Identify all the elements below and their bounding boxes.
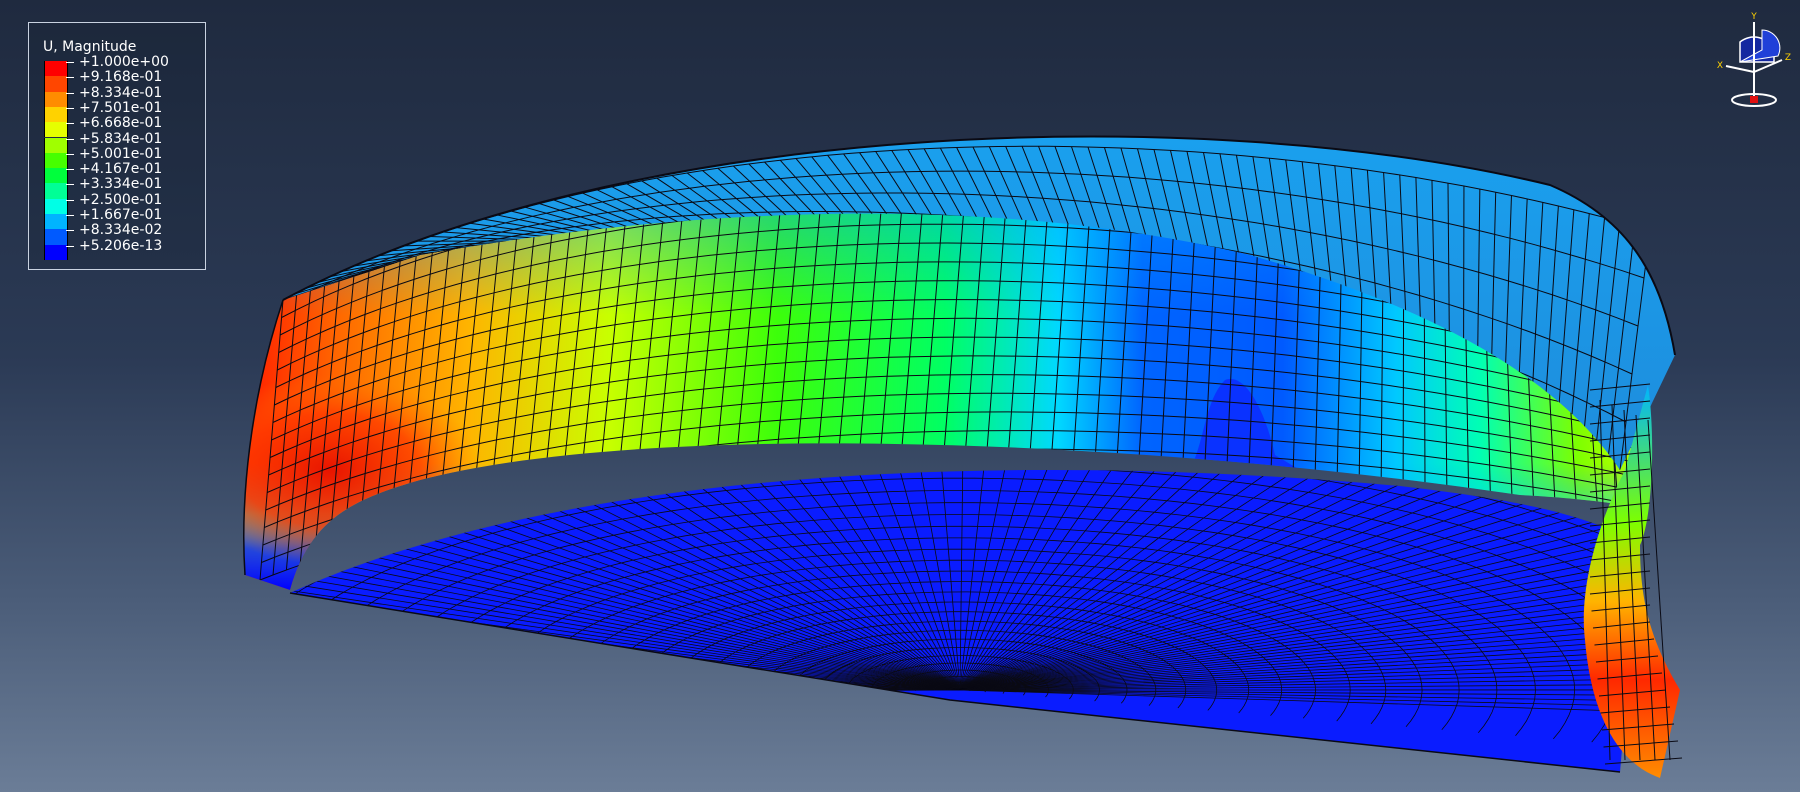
legend-swatch bbox=[44, 214, 68, 230]
legend-value-label: +5.834e-01 bbox=[79, 130, 163, 147]
triad-origin-marker bbox=[1750, 96, 1758, 103]
legend-tick bbox=[66, 169, 74, 171]
triad-label-y: Y bbox=[1750, 12, 1757, 22]
legend-tick bbox=[66, 62, 74, 63]
legend-tick bbox=[66, 245, 74, 247]
legend-swatch bbox=[44, 229, 68, 245]
legend-tick bbox=[66, 92, 74, 94]
legend-value-label: +7.501e-01 bbox=[79, 99, 163, 116]
legend-tick bbox=[66, 77, 74, 79]
legend-swatch bbox=[44, 198, 68, 214]
legend-swatch bbox=[44, 168, 68, 184]
mesh-line bbox=[290, 680, 961, 691]
legend-value-label: +4.167e-01 bbox=[79, 161, 163, 178]
triad-label-z: Z bbox=[1785, 53, 1791, 63]
legend-tick bbox=[66, 184, 74, 186]
max-displacement-region bbox=[243, 375, 480, 565]
view-triad[interactable]: Y X Z bbox=[1704, 10, 1796, 110]
legend-swatch bbox=[44, 106, 68, 123]
legend-tick bbox=[66, 153, 74, 155]
legend-swatch bbox=[44, 152, 68, 169]
legend-swatch bbox=[44, 137, 68, 153]
mesh-line bbox=[290, 689, 961, 696]
legend-value-label: +8.334e-02 bbox=[79, 222, 163, 239]
legend-value-label: +5.206e-13 bbox=[79, 237, 163, 254]
triad-x-axis bbox=[1725, 65, 1755, 73]
legend-value-label: +2.500e-01 bbox=[79, 191, 163, 208]
legend-tick bbox=[66, 123, 74, 125]
legend-value-label: +6.668e-01 bbox=[79, 115, 163, 132]
legend-swatch bbox=[44, 122, 68, 138]
mesh-line bbox=[290, 687, 961, 691]
legend-value-label: +1.000e+00 bbox=[79, 54, 169, 70]
legend-value-label: +5.001e-01 bbox=[79, 145, 163, 162]
legend-value-label: +3.334e-01 bbox=[79, 176, 163, 193]
legend-swatch bbox=[44, 244, 68, 260]
legend-swatch bbox=[44, 76, 68, 92]
legend-tick bbox=[66, 138, 74, 140]
deformed-model-contour-plot[interactable] bbox=[0, 0, 1800, 792]
legend-swatch bbox=[44, 183, 68, 199]
model-viewport[interactable]: U, Magnitude +1.000e+00 +9.168e-01 +8.334e… bbox=[0, 0, 1800, 792]
legend-tick bbox=[66, 107, 74, 109]
legend-tick bbox=[66, 215, 74, 216]
legend-swatch bbox=[44, 61, 68, 77]
triad-label-x: X bbox=[1717, 61, 1723, 71]
legend-value-label: +1.667e-01 bbox=[79, 207, 163, 223]
legend-value-label: +9.168e-01 bbox=[79, 69, 163, 86]
legend-tick bbox=[66, 230, 74, 232]
legend-title: U, Magnitude bbox=[43, 39, 137, 55]
legend-value-label: +8.334e-01 bbox=[79, 84, 163, 101]
contour-legend: U, Magnitude +1.000e+00 +9.168e-01 +8.334e… bbox=[28, 22, 206, 270]
legend-swatch bbox=[44, 91, 68, 107]
legend-tick bbox=[66, 199, 74, 201]
